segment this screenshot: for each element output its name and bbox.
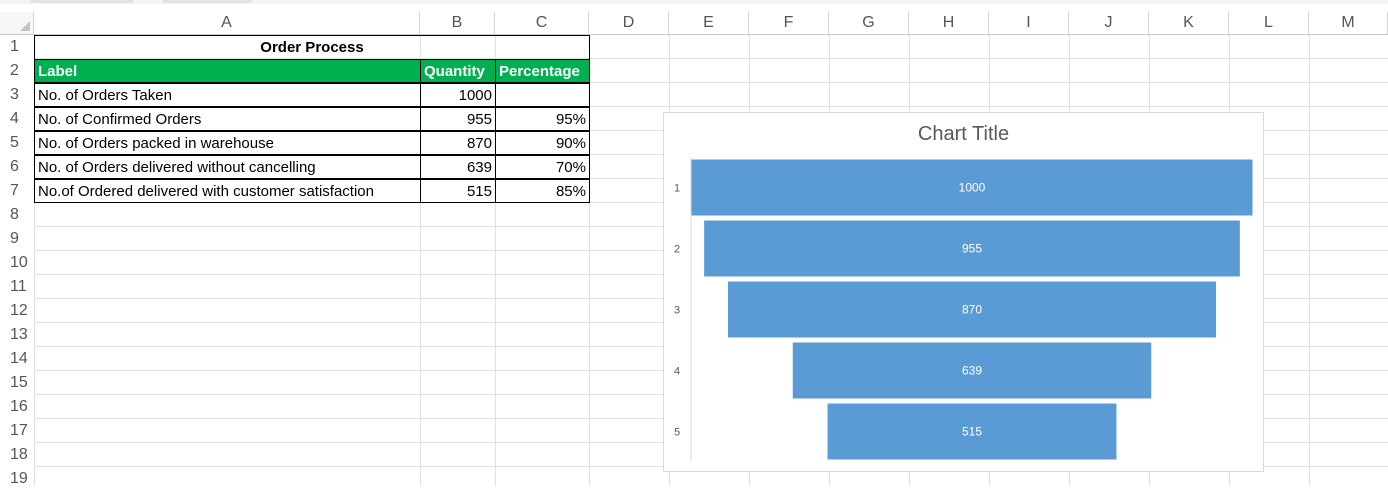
row-header[interactable]: 12: [0, 299, 34, 323]
table-title[interactable]: Order Process: [34, 35, 590, 59]
table-row-percentage[interactable]: 85%: [495, 179, 590, 203]
funnel-chart[interactable]: Chart Title 1000 1 955 2 870 3 639 4 515 5: [663, 112, 1264, 472]
category-tick-label: 1: [674, 183, 680, 195]
row-header[interactable]: 18: [0, 443, 34, 467]
category-tick-label: 5: [674, 427, 680, 439]
column-header[interactable]: J: [1069, 12, 1149, 34]
bar-data-label: 955: [962, 242, 982, 256]
category-tick-label: 2: [674, 244, 680, 256]
column-header[interactable]: E: [669, 12, 749, 34]
row-header[interactable]: 14: [0, 347, 34, 371]
sheet-tab[interactable]: [30, 0, 134, 3]
bar-data-label: 639: [962, 364, 982, 378]
column-header[interactable]: B: [420, 12, 495, 34]
column-header[interactable]: D: [589, 12, 669, 34]
row-header[interactable]: 8: [0, 203, 34, 227]
row-header[interactable]: 15: [0, 371, 34, 395]
column-header[interactable]: I: [989, 12, 1069, 34]
table-row-label[interactable]: No. of Orders packed in warehouse: [34, 131, 421, 155]
row-header[interactable]: 11: [0, 275, 34, 299]
table-row-percentage[interactable]: [495, 83, 590, 107]
column-header[interactable]: H: [909, 12, 989, 34]
category-tick-label: 3: [674, 305, 680, 317]
table-row-label[interactable]: No.of Ordered delivered with customer sa…: [34, 179, 421, 203]
table-row-percentage[interactable]: 70%: [495, 155, 590, 179]
sheet-tab[interactable]: [162, 0, 252, 3]
table-row-percentage[interactable]: 90%: [495, 131, 590, 155]
row-header[interactable]: 17: [0, 419, 34, 443]
header-label[interactable]: Label: [34, 59, 421, 83]
bar-data-label: 870: [962, 303, 982, 317]
row-header[interactable]: 2: [0, 59, 34, 83]
table-row-quantity[interactable]: 639: [420, 155, 496, 179]
column-header[interactable]: K: [1149, 12, 1229, 34]
table-row-quantity[interactable]: 1000: [420, 83, 496, 107]
column-header[interactable]: G: [829, 12, 909, 34]
row-header[interactable]: 13: [0, 323, 34, 347]
row-header[interactable]: 5: [0, 131, 34, 155]
row-header[interactable]: 7: [0, 179, 34, 203]
column-header[interactable]: L: [1229, 12, 1309, 34]
table-row-label[interactable]: No. of Orders delivered without cancelli…: [34, 155, 421, 179]
bar-data-label: 1000: [959, 181, 986, 195]
spreadsheet: ABCDEFGHIJKLM 1 2 3 4 5 6 7 8 9 10 11 12 13 14 15 16 17 1…: [0, 0, 1388, 487]
row-header[interactable]: 6: [0, 155, 34, 179]
table-row-label[interactable]: No. of Orders Taken: [34, 83, 421, 107]
column-header[interactable]: C: [495, 12, 589, 34]
row-header[interactable]: 4: [0, 107, 34, 131]
row-header[interactable]: 16: [0, 395, 34, 419]
row-header[interactable]: 9: [0, 227, 34, 251]
category-tick-label: 4: [674, 366, 680, 378]
header-percentage[interactable]: Percentage: [495, 59, 590, 83]
chart-plot-area: 1000 1 955 2 870 3 639 4 515 5: [674, 157, 1253, 462]
header-quantity[interactable]: Quantity: [420, 59, 496, 83]
table-row-quantity[interactable]: 515: [420, 179, 496, 203]
row-header[interactable]: 10: [0, 251, 34, 275]
bar-data-label: 515: [962, 425, 982, 439]
column-header[interactable]: M: [1309, 12, 1388, 34]
column-header[interactable]: A: [34, 12, 420, 34]
table-row-label[interactable]: No. of Confirmed Orders: [34, 107, 421, 131]
row-header[interactable]: 1: [0, 35, 34, 59]
row-header[interactable]: 3: [0, 83, 34, 107]
row-header[interactable]: 19: [0, 467, 34, 491]
table-row-quantity[interactable]: 955: [420, 107, 496, 131]
table-row-percentage[interactable]: 95%: [495, 107, 590, 131]
select-all-corner[interactable]: [0, 12, 34, 34]
column-header[interactable]: F: [749, 12, 829, 34]
table-row-quantity[interactable]: 870: [420, 131, 496, 155]
